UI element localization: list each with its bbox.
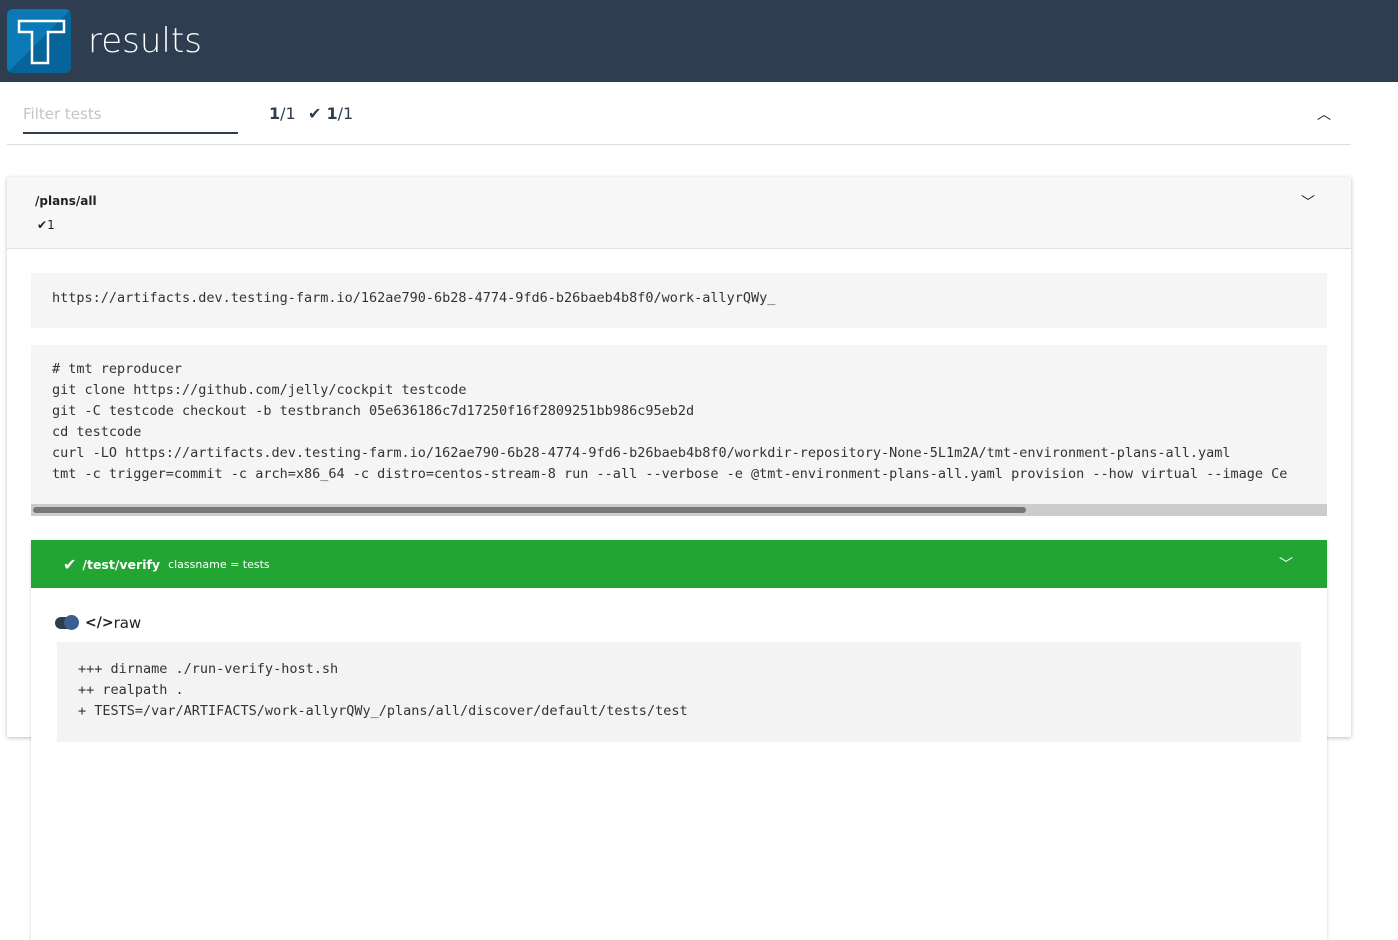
check-icon: ✔ — [63, 554, 77, 574]
plan-name: /plans/all — [35, 194, 97, 208]
app-header: results — [0, 0, 1398, 82]
horizontal-scrollbar[interactable] — [31, 504, 1327, 516]
code-icon: </> — [85, 615, 114, 631]
tmt-logo — [7, 9, 71, 73]
log-line: + TESTS=/var/ARTIFACTS/work-allyrQWy_/pl… — [78, 703, 688, 719]
code-line: tmt -c trigger=commit -c arch=x86_64 -c … — [52, 466, 1288, 482]
chevron-up-icon: ︿ — [1317, 107, 1331, 123]
plan-header[interactable]: /plans/all ✔1 ﹀ — [7, 177, 1351, 249]
log-line: +++ dirname ./run-verify-host.sh — [78, 661, 339, 677]
chevron-down-icon[interactable]: ﹀ — [1301, 192, 1315, 212]
plan-card: /plans/all ✔1 ﹀ https://artifacts.dev.te… — [7, 177, 1351, 940]
log-line: ++ realpath . — [78, 682, 184, 698]
plan-passed-count: ✔1 — [37, 218, 55, 232]
toolbar: 1/1 ✔ 1/1 ︿ — [7, 82, 1351, 145]
check-icon: ✔ — [37, 218, 48, 232]
code-line: # tmt reproducer — [52, 361, 183, 377]
raw-label: raw — [113, 614, 142, 632]
passed-count: ✔ 1/1 — [308, 104, 354, 123]
scrollbar-thumb[interactable] — [33, 507, 1026, 513]
filter-tests-input[interactable] — [23, 96, 238, 134]
chevron-down-icon[interactable]: ﹀ — [1279, 554, 1293, 574]
total-count: 1/1 — [269, 104, 296, 123]
test-classname: classname = tests — [168, 557, 270, 571]
code-line: cd testcode — [52, 424, 142, 440]
code-line: curl -LO https://artifacts.dev.testing-f… — [52, 445, 1231, 461]
raw-toggle-row: </> raw — [55, 614, 141, 632]
raw-toggle[interactable] — [55, 615, 79, 630]
check-icon: ✔ — [308, 104, 322, 123]
collapse-all-button[interactable]: ︿ — [1317, 104, 1331, 124]
test-card: ✔ /test/verify classname = tests ﹀ </> r… — [31, 540, 1327, 940]
test-name: /test/verify — [82, 556, 161, 572]
code-line: git -C testcode checkout -b testbranch 0… — [52, 403, 695, 419]
reproducer-code: # tmt reproducer git clone https://githu… — [31, 345, 1327, 516]
test-log: +++ dirname ./run-verify-host.sh ++ real… — [57, 642, 1301, 742]
code-line: git clone https://github.com/jelly/cockp… — [52, 382, 467, 398]
artifacts-url[interactable]: https://artifacts.dev.testing-farm.io/16… — [31, 273, 1327, 328]
page-title: results — [88, 21, 202, 61]
test-header[interactable]: ✔ /test/verify classname = tests ﹀ — [31, 540, 1327, 588]
